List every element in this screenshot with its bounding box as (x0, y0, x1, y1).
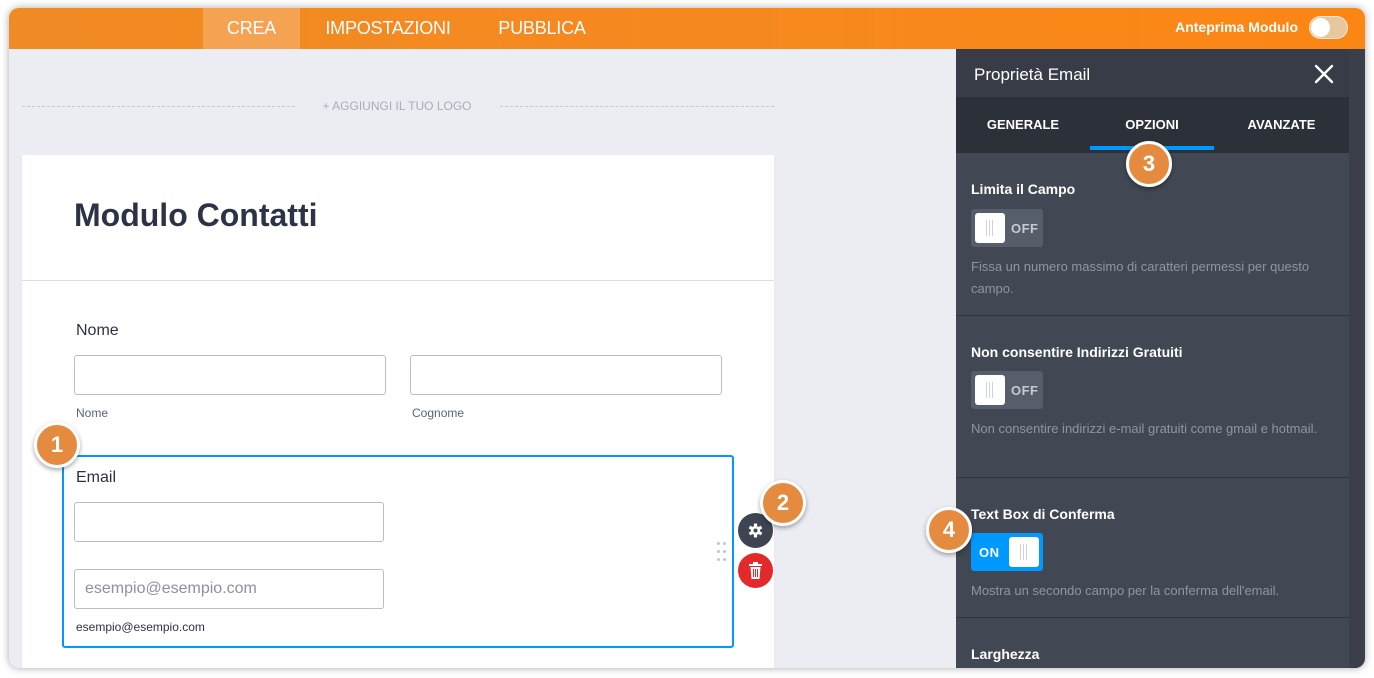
trash-icon (749, 562, 762, 579)
option-description: Fissa un numero massimo di caratteri per… (971, 259, 1310, 296)
toggle-handle (1009, 537, 1039, 567)
tab-generale[interactable]: GENERALE (956, 97, 1090, 153)
name-field-label: Nome (76, 322, 119, 339)
option-title: Text Box di Conferma (971, 506, 1115, 522)
email-field-label: Email (76, 469, 117, 486)
annotation-badge-1: 1 (34, 422, 80, 468)
tab-impostazioni[interactable]: IMPOSTAZIONI (309, 8, 467, 49)
first-name-sublabel: Nome (76, 406, 109, 420)
annotation-badge-2: 2 (760, 480, 806, 526)
option-title: Limita il Campo (971, 181, 1076, 197)
limit-field-toggle[interactable]: OFF (971, 209, 1043, 247)
last-name-input[interactable] (410, 355, 722, 395)
divider (22, 106, 295, 107)
divider (22, 280, 774, 281)
option-description: Non consentire indirizzi e-mail gratuiti… (971, 421, 1318, 436)
no-free-addresses-toggle[interactable]: OFF (971, 371, 1043, 409)
email-sublabel: esempio@esempio.com (76, 620, 205, 634)
tab-pubblica[interactable]: PUBBLICA (487, 8, 597, 49)
form-preview-toggle[interactable] (1309, 16, 1348, 39)
panel-scrollbar[interactable] (1349, 49, 1365, 668)
option-description: Mostra un secondo campo per la conferma … (971, 583, 1280, 598)
form-card: Modulo Contatti Nome Nome Cognome Email … (22, 155, 774, 668)
option-no-free-addresses: Non consentire Indirizzi Gratuiti OFF No… (956, 316, 1349, 478)
option-title: Non consentire Indirizzi Gratuiti (971, 344, 1183, 360)
toggle-handle (975, 213, 1005, 243)
toggle-state-label: ON (979, 545, 1000, 560)
add-logo-link[interactable]: + AGGIUNGI IL TUO LOGO (307, 99, 487, 113)
email-input[interactable] (74, 502, 384, 542)
app-window: CREA IMPOSTAZIONI PUBBLICA Anteprima Mod… (9, 8, 1365, 668)
panel-header: Proprietà Email (956, 49, 1349, 97)
toggle-handle (975, 375, 1005, 405)
properties-panel: Proprietà Email GENERALE OPZIONI AVANZAT… (956, 49, 1365, 668)
close-icon[interactable] (1313, 63, 1335, 85)
toggle-state-label: OFF (1011, 221, 1039, 236)
first-name-input[interactable] (74, 355, 386, 395)
confirm-textbox-toggle[interactable]: ON (971, 533, 1043, 571)
top-navigation-bar: CREA IMPOSTAZIONI PUBBLICA Anteprima Mod… (9, 8, 1365, 49)
toggle-state-label: OFF (1011, 383, 1039, 398)
annotation-badge-4: 4 (926, 507, 972, 553)
email-confirm-input[interactable] (74, 569, 384, 609)
drag-handle-icon[interactable] (717, 542, 727, 564)
divider (500, 106, 774, 107)
field-delete-button[interactable] (738, 553, 773, 588)
form-title[interactable]: Modulo Contatti (74, 197, 317, 234)
toggle-knob (1311, 18, 1330, 37)
option-title: Larghezza (971, 646, 1040, 662)
option-confirm-textbox: Text Box di Conferma ON Mostra un second… (956, 478, 1349, 618)
form-preview-label: Anteprima Modulo (1175, 19, 1298, 35)
last-name-sublabel: Cognome (412, 406, 465, 420)
tab-crea[interactable]: CREA (203, 8, 300, 49)
annotation-badge-3: 3 (1126, 141, 1172, 187)
tab-avanzate[interactable]: AVANZATE (1214, 97, 1349, 153)
panel-title: Proprietà Email (974, 65, 1091, 84)
option-width: Larghezza (956, 618, 1349, 668)
